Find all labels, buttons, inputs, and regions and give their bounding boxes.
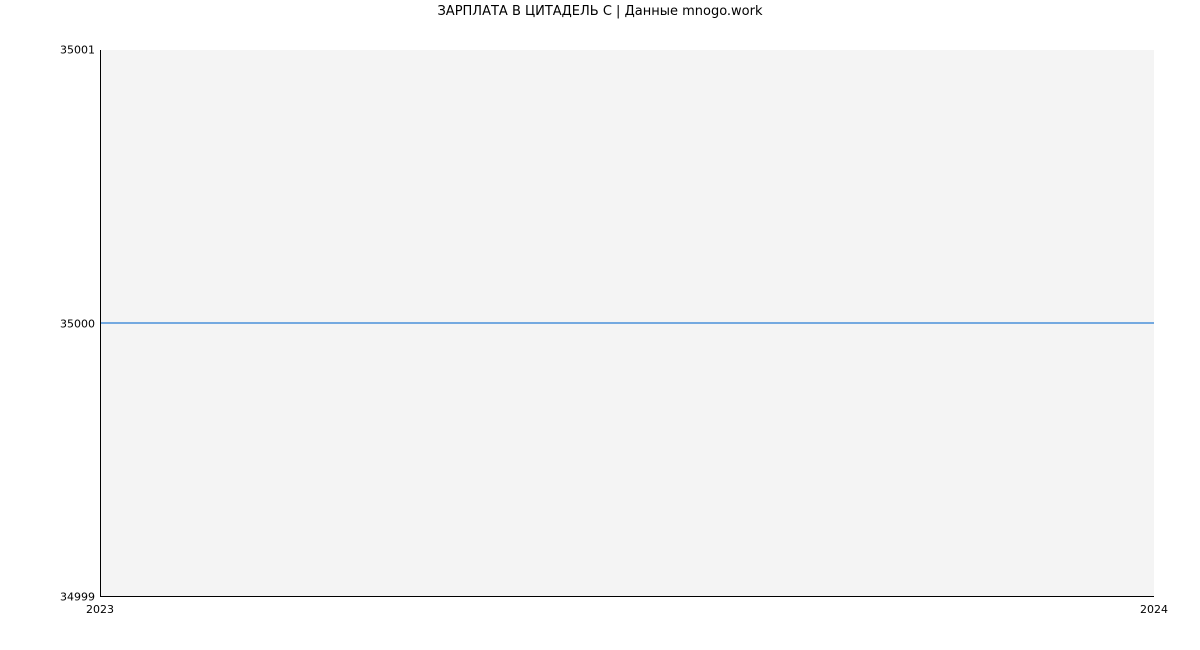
x-tick-label: 2023: [86, 603, 114, 616]
line-series: [101, 50, 1154, 596]
x-axis-ticks: 2023 2024: [100, 600, 1154, 620]
y-axis-ticks: 35001 35000 34999: [0, 50, 95, 597]
y-tick-label: 35000: [60, 317, 95, 330]
plot-area: [100, 50, 1154, 597]
y-tick-label: 34999: [60, 591, 95, 604]
chart-container: { "chart_data": { "type": "line", "title…: [0, 0, 1200, 650]
y-tick-label: 35001: [60, 44, 95, 57]
x-tick-label: 2024: [1140, 603, 1168, 616]
chart-title: ЗАРПЛАТА В ЦИТАДЕЛЬ С | Данные mnogo.wor…: [0, 4, 1200, 19]
